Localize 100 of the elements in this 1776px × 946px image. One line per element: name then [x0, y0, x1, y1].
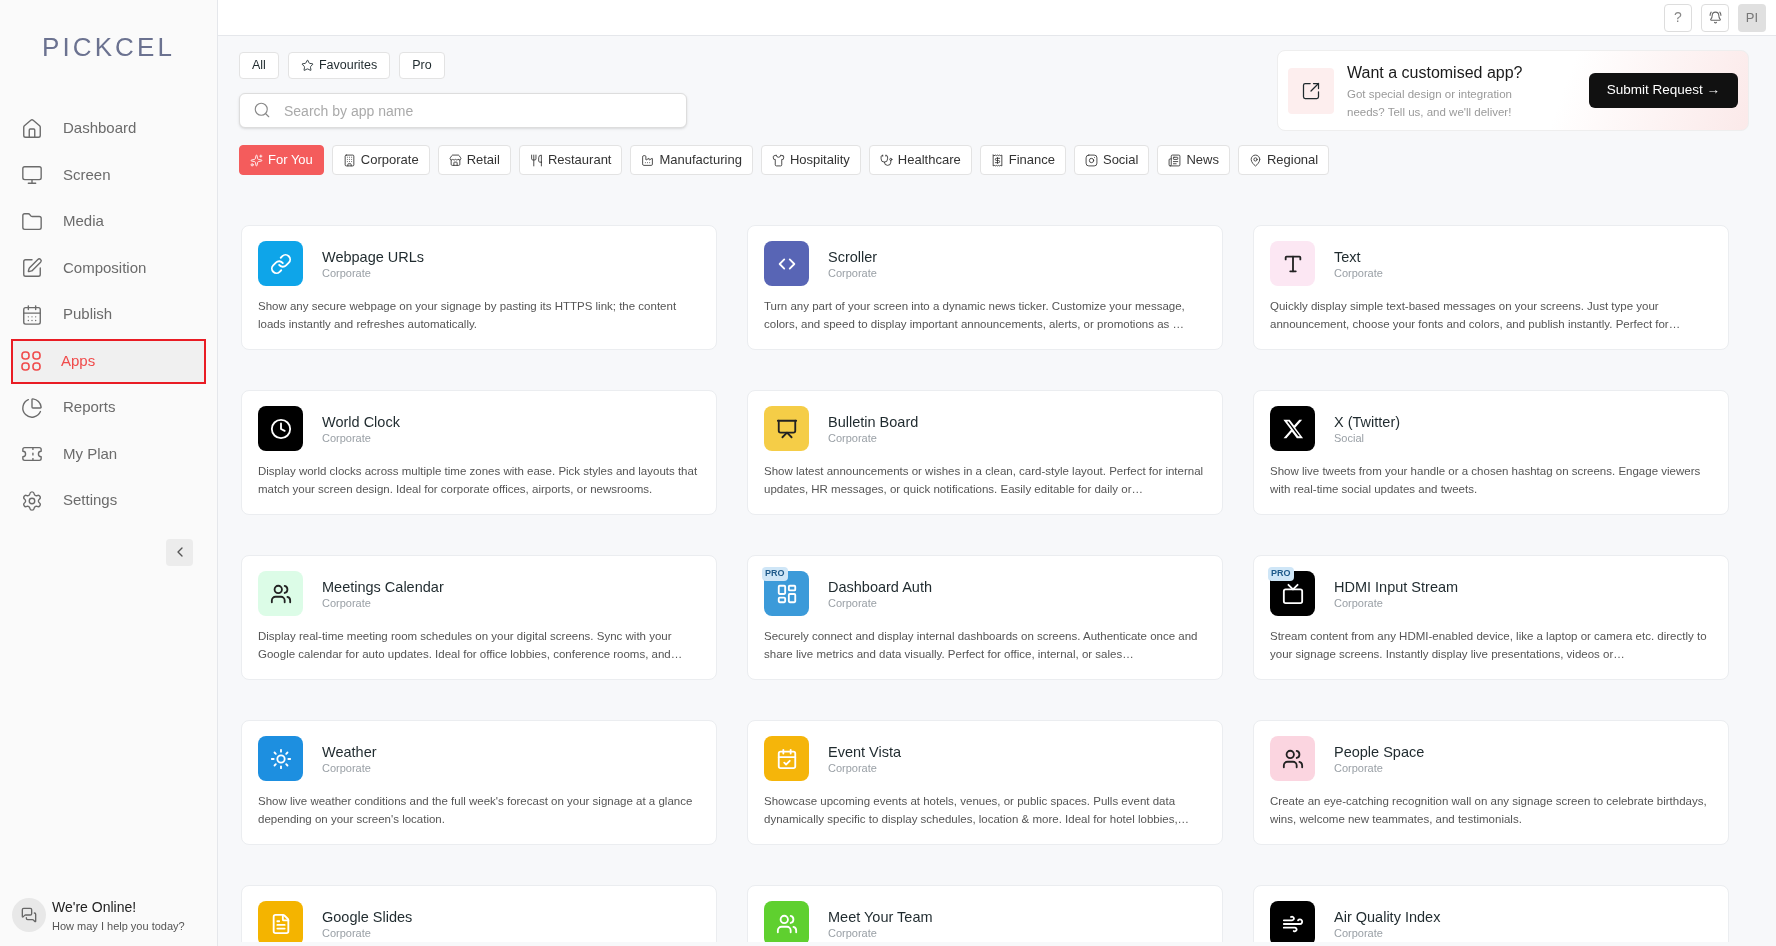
chat-icon-tile[interactable]: [12, 898, 46, 933]
factory-icon: [641, 153, 655, 167]
category-tab[interactable]: Healthcare: [868, 145, 972, 175]
app-description: Quickly display simple text-based messages on your screens. Just type your announcement, choose your fonts and colors, and publish instantly. Perfect for…: [1270, 299, 1682, 332]
category-tab[interactable]: Regional: [1237, 145, 1330, 175]
category-tab[interactable]: Retail: [437, 145, 511, 175]
app-card[interactable]: Google Slides Corporate: [241, 885, 717, 942]
app-card[interactable]: Text Corporate Quickly display simple text-based messages on your screens. Just type your announcement, choose your fonts and colors, and publish instantly. Perfect for…: [1253, 225, 1729, 350]
sparkle-icon: [250, 153, 263, 167]
sidebar-item[interactable]: My Plan: [11, 431, 206, 477]
sidebar-item[interactable]: Dashboard: [11, 106, 206, 151]
app-category: Corporate: [828, 760, 878, 775]
search-field[interactable]: Search by app name: [239, 93, 687, 128]
app-card[interactable]: Meet Your Team Corporate: [747, 885, 1223, 942]
banner-text: Got special design or integration needs? Tell us, and we'll deliver!: [1347, 86, 1513, 120]
stethoscope-icon: [879, 153, 893, 167]
app-card[interactable]: X (Twitter) Social Show live tweets from your handle or a chosen hashtag on screens. Engage viewers with real-time social updates and tweets.: [1253, 390, 1729, 515]
app-title: Webpage URLs: [322, 247, 425, 266]
app-category: Corporate: [1334, 265, 1383, 280]
app-description: Show live weather conditions and the full week's forecast on your signage at a glance depending on your screen's location.: [258, 794, 694, 827]
sidebar-item[interactable]: Screen: [11, 152, 206, 198]
receipt-icon: [990, 153, 1004, 167]
app-card[interactable]: Air Quality Index Corporate: [1253, 885, 1729, 942]
search-icon: [253, 101, 271, 119]
filter-button[interactable]: Pro: [399, 52, 445, 79]
map-pin-icon: [1248, 153, 1262, 167]
app-title: Dashboard Auth: [828, 577, 932, 596]
x-logo-icon: [1281, 417, 1304, 440]
app-card[interactable]: Weather Corporate Show live weather conditions and the full week's forecast on your signage at a glance depending on your screen's location.: [241, 720, 717, 845]
nav-icon: [21, 210, 43, 233]
category-tab[interactable]: Finance: [979, 145, 1066, 175]
app-card[interactable]: Webpage URLs Corporate Show any secure webpage on your signage by pasting its HTTPS link; the content loads instantly and refreshes automatically.: [241, 225, 717, 350]
app-category: Corporate: [828, 430, 878, 445]
star-icon: [300, 59, 314, 72]
pro-badge: PRO: [1268, 567, 1294, 581]
sidebar-item[interactable]: Composition: [11, 245, 206, 291]
building-icon: [342, 153, 356, 167]
app-category: Corporate: [322, 925, 372, 940]
calendar-icon: [775, 747, 798, 770]
camera-icon: [1084, 153, 1098, 167]
app-category: Corporate: [322, 265, 372, 280]
category-tab[interactable]: Social: [1073, 145, 1150, 175]
filter-button[interactable]: All: [239, 52, 279, 79]
grid-icon: [21, 351, 41, 371]
collapse-button[interactable]: [166, 538, 193, 566]
sidebar-item[interactable]: Reports: [11, 385, 206, 430]
nav-icon: [21, 303, 43, 326]
nav-icon: [21, 257, 43, 279]
app-title: Air Quality Index: [1334, 907, 1441, 926]
notification-button[interactable]: [1701, 3, 1729, 32]
sidebar-item[interactable]: Publish: [11, 292, 206, 337]
category-tab[interactable]: Restaurant: [518, 145, 623, 175]
link-icon: [269, 252, 292, 275]
nav-icon: [21, 164, 43, 186]
category-tab[interactable]: Manufacturing: [630, 145, 753, 175]
app-description: Turn any part of your screen into a dynamic news ticker. Customize your message, colors, and speed to display important announcements, alerts, or promotions as …: [764, 299, 1186, 332]
app-card[interactable]: People Space Corporate Create an eye-catching recognition wall on any signage screen to celebrate birthdays, wins, welcome new teammates, and testimonials.: [1253, 720, 1729, 845]
filter-button[interactable]: Favourites: [287, 52, 391, 79]
app-card[interactable]: World Clock Corporate Display world clocks across multiple time zones with ease. Pick styles and layouts that match your screen design. Ideal for corporate offices, airports, or newsrooms.: [241, 390, 717, 515]
app-card[interactable]: Event Vista Corporate Showcase upcoming events at hotels, venues, or public spaces. Pulls event data dynamically specific to display schedules, location & more. Ideal for hotel lobbies,…: [747, 720, 1223, 845]
category-tab[interactable]: News: [1157, 145, 1230, 175]
app-title: Text: [1334, 247, 1362, 266]
store-icon: [448, 153, 462, 167]
app-card[interactable]: Scroller Corporate Turn any part of your screen into a dynamic news ticker. Customize your message, colors, and speed to display important announcements, alerts, or promotions as …: [747, 225, 1223, 350]
sidebar-item[interactable]: Media: [11, 199, 206, 244]
sidebar-item[interactable]: Settings: [11, 478, 206, 523]
app-card[interactable]: Meetings Calendar Corporate Display real-time meeting room schedules on your digital screens. Sync with your Google calendar for auto updates. Ideal for office lobbies, conference rooms, and…: [241, 555, 717, 680]
category-tab[interactable]: Hospitality: [760, 145, 861, 175]
chat-title: We're Online!: [52, 897, 138, 917]
app-card[interactable]: PRO Dashboard Auth Corporate Securely connect and display internal dashboards on screens. Authenticate once and share live metrics and data visually. Perfect for office, internal, or sales…: [747, 555, 1223, 680]
app-description: Show live tweets from your handle or a chosen hashtag on screens. Engage viewers with real-time social updates and tweets.: [1270, 464, 1702, 497]
app-category: Corporate: [828, 265, 878, 280]
app-title: Google Slides: [322, 907, 413, 926]
app-description: Show latest announcements or wishes in a clean, card-style layout. Perfect for internal updates, HR messages, or quick notifications. Easily editable for daily or…: [764, 464, 1205, 497]
app-title: Scroller: [828, 247, 878, 266]
utensils-icon: [529, 153, 543, 167]
app-card[interactable]: PRO HDMI Input Stream Corporate Stream content from any HDMI-enabled device, like a laptop or camera etc. directly to your signage screens. Instantly display live presentations, videos or…: [1253, 555, 1729, 680]
app-category: Corporate: [1334, 595, 1384, 610]
app-card[interactable]: Bulletin Board Corporate Show latest announcements or wishes in a clean, card-style layout. Perfect for internal updates, HR messages, or quick notifications. Easily editable for daily or…: [747, 390, 1223, 515]
app-description: Display world clocks across multiple time zones with ease. Pick styles and layouts that match your screen design. Ideal for corporate offices, airports, or newsrooms.: [258, 464, 699, 497]
app-category: Corporate: [1334, 925, 1384, 940]
app-category: Corporate: [322, 430, 372, 445]
app-description: Show any secure webpage on your signage by pasting its HTTPS link; the content loads instantly and refreshes automatically.: [258, 299, 678, 332]
app-title: Meet Your Team: [828, 907, 933, 926]
logo[interactable]: PICKCEL: [41, 27, 176, 67]
team-icon: [775, 912, 798, 935]
nav-icon: [21, 396, 43, 419]
chat-icon: [21, 907, 37, 924]
submit-request-button[interactable]: Submit Request →: [1588, 73, 1738, 108]
app-title: People Space: [1334, 742, 1425, 761]
help-button[interactable]: ?: [1664, 3, 1692, 32]
app-category: Corporate: [322, 760, 372, 775]
app-title: X (Twitter): [1334, 412, 1401, 431]
app-category: Corporate: [1334, 760, 1384, 775]
shirt-icon: [771, 153, 785, 167]
chat-subtitle: How may I help you today?: [52, 918, 185, 934]
sun-icon: [269, 747, 292, 770]
app-title: Bulletin Board: [828, 412, 919, 431]
category-tab[interactable]: Corporate: [331, 145, 430, 175]
app-title: Event Vista: [828, 742, 902, 761]
